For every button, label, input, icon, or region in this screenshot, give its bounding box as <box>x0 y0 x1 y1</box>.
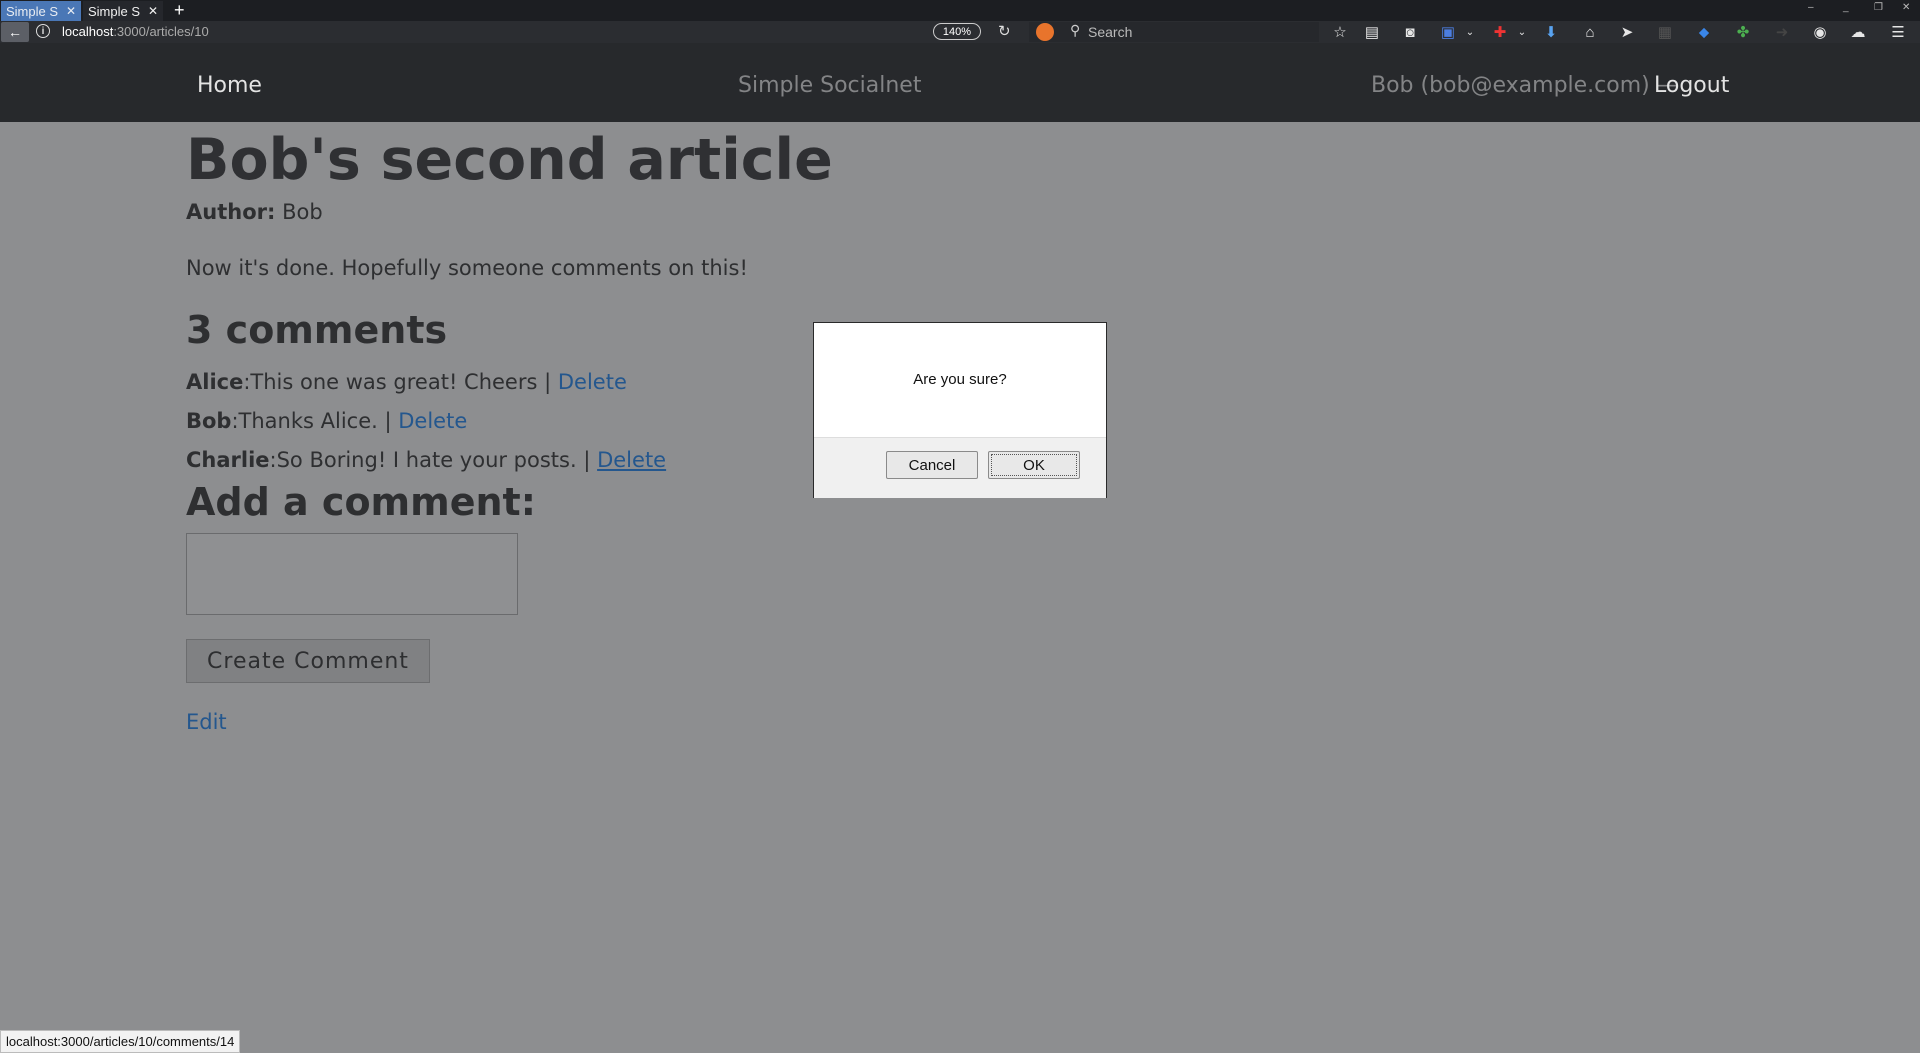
comment-author: Alice <box>186 370 244 394</box>
nav-home-link[interactable]: Home <box>197 73 262 98</box>
close-window-icon[interactable]: ✕ <box>1902 2 1910 13</box>
bookmark-star-icon[interactable]: ☆ <box>1330 23 1350 41</box>
comment-text: :Thanks Alice. | <box>231 409 399 433</box>
nav-brand[interactable]: Simple Socialnet <box>738 73 921 98</box>
comment-author: Bob <box>186 409 232 433</box>
minimize-icon[interactable]: – <box>1808 2 1814 13</box>
chevron-down-icon[interactable]: ⌄ <box>1460 23 1480 41</box>
extension-shield-icon[interactable]: ⬥ <box>1694 23 1714 41</box>
comment-text: :So Boring! I hate your posts. | <box>269 448 598 472</box>
search-engine-icon[interactable] <box>1036 23 1054 41</box>
url-host: localhost <box>62 24 114 39</box>
extension-plus-icon[interactable]: ✚ <box>1490 23 1510 41</box>
nav-current-user: Bob (bob@example.com) — <box>1371 73 1679 98</box>
extension-cloud-icon[interactable]: ☁ <box>1848 23 1868 41</box>
close-tab-icon[interactable]: ✕ <box>148 4 158 18</box>
site-info-icon[interactable]: i <box>36 24 50 38</box>
article-author: Author: Bob <box>186 200 323 224</box>
send-icon[interactable]: ➤ <box>1617 23 1637 41</box>
extension-grid-icon[interactable]: ▦ <box>1655 23 1675 41</box>
dialog-cancel-button[interactable]: Cancel <box>886 451 978 479</box>
extension-save-icon[interactable]: ▣ <box>1438 23 1458 41</box>
article-body: Now it's done. Hopefully someone comment… <box>186 256 748 280</box>
delete-comment-link[interactable]: Delete <box>558 370 627 394</box>
author-label: Author: <box>186 200 276 224</box>
extension-eye-icon[interactable]: ◉ <box>1810 23 1830 41</box>
zoom-indicator[interactable]: 140% <box>933 23 981 40</box>
comment-item: Bob:Thanks Alice. | Delete <box>186 409 467 433</box>
close-tab-icon[interactable]: ✕ <box>66 4 76 18</box>
dialog-message: Are you sure? <box>913 371 1007 388</box>
comment-textarea[interactable] <box>186 533 518 615</box>
search-icon: ⚲ <box>1070 22 1081 38</box>
nav-logout-link[interactable]: Logout <box>1654 73 1729 98</box>
search-input[interactable] <box>1088 24 1308 40</box>
comment-item: Alice:This one was great! Cheers | Delet… <box>186 370 627 394</box>
home-icon[interactable]: ⌂ <box>1580 23 1600 41</box>
back-icon[interactable]: ← <box>1 22 29 42</box>
comment-author: Charlie <box>186 448 270 472</box>
new-tab-icon[interactable]: + <box>174 0 185 21</box>
comment-item: Charlie:So Boring! I hate your posts. | … <box>186 448 666 472</box>
browser-tab-strip: Simple S ✕ Simple S ✕ + – _ ❐ ✕ <box>0 0 1920 21</box>
confirm-dialog: Are you sure? Cancel OK <box>813 322 1107 498</box>
add-comment-heading: Add a comment: <box>186 480 536 524</box>
menu-icon[interactable]: ☰ <box>1888 23 1908 41</box>
url-path: :3000/articles/10 <box>113 24 209 39</box>
tab-label: Simple S <box>88 3 141 19</box>
tab-label: Simple S <box>6 3 59 19</box>
comment-text: :This one was great! Cheers | <box>243 370 558 394</box>
extension-arrow-icon[interactable]: ➜ <box>1772 23 1792 41</box>
browser-navigation-bar: ← i localhost:3000/articles/10 140% ↻ ⚲ … <box>0 21 1920 43</box>
pocket-icon[interactable]: ◙ <box>1400 23 1420 41</box>
comments-heading: 3 comments <box>186 308 448 352</box>
reading-list-icon[interactable]: ▤ <box>1362 23 1382 41</box>
delete-comment-link[interactable]: Delete <box>398 409 467 433</box>
url-bar[interactable]: localhost:3000/articles/10 <box>62 24 209 39</box>
tab-simple-socialnet[interactable]: Simple S ✕ <box>83 1 163 21</box>
article-title: Bob's second article <box>186 127 833 193</box>
delete-comment-link-hovered[interactable]: Delete <box>597 448 666 472</box>
maximize-icon[interactable]: ❐ <box>1874 2 1883 13</box>
author-name: Bob <box>282 200 323 224</box>
chevron-down-icon[interactable]: ⌄ <box>1512 23 1532 41</box>
puzzle-icon[interactable]: ✤ <box>1733 23 1753 41</box>
minimize-window-icon[interactable]: _ <box>1843 2 1849 13</box>
dialog-ok-button[interactable]: OK <box>988 451 1080 479</box>
download-icon[interactable]: ⬇ <box>1541 23 1561 41</box>
status-bar-url: localhost:3000/articles/10/comments/14 <box>0 1030 241 1053</box>
edit-article-link[interactable]: Edit <box>186 710 227 734</box>
reload-icon[interactable]: ↻ <box>998 22 1011 40</box>
site-navbar: Home Simple Socialnet Bob (bob@example.c… <box>0 43 1920 122</box>
tab-simple-socialnet-active[interactable]: Simple S ✕ <box>1 1 81 21</box>
create-comment-button[interactable]: Create Comment <box>186 639 430 683</box>
